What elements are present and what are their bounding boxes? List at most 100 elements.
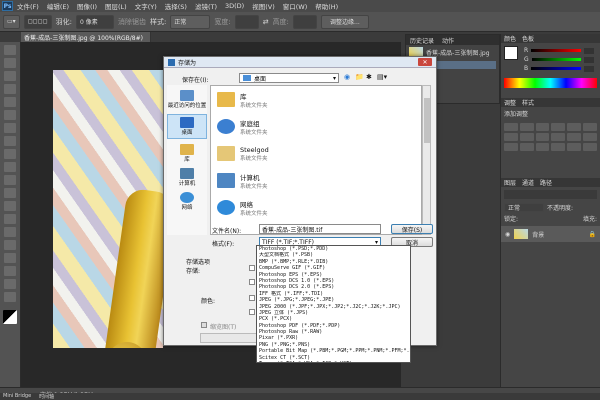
brightness-icon[interactable] [504,123,518,131]
file-list[interactable]: 库系统文件夹 家庭组 系统文件夹 Steelgod 系统文件夹 计算机 系统文件夹 网… [210,85,422,235]
menu-edit[interactable]: 编辑(E) [47,1,69,11]
eye-icon[interactable]: ◉ [505,231,510,238]
eyedropper-tool-icon[interactable] [4,110,16,120]
place-network[interactable]: 网络 [167,192,207,211]
width-input[interactable] [234,14,259,29]
view-menu-icon[interactable]: ▤▾ [377,73,387,81]
threshold-icon[interactable] [519,143,534,151]
tab-actions[interactable]: 动作 [442,36,454,45]
foreground-color-swatch[interactable] [504,46,518,60]
menu-layer[interactable]: 图层(L) [105,1,127,11]
tab-styles[interactable]: 样式 [522,98,534,107]
list-item[interactable]: 网络 系统文件夹 [211,194,421,221]
green-slider[interactable] [531,58,581,61]
gradient-tool-icon[interactable] [4,188,16,198]
tab-layers[interactable]: 图层 [504,178,516,187]
close-icon[interactable]: ✕ [418,58,432,66]
gradient-map-icon[interactable] [535,143,550,151]
dialog-titlebar[interactable]: 存储为 [164,57,436,68]
swap-icon[interactable]: ⇄ [263,18,269,26]
tab-history[interactable]: 历史记录 [410,36,434,45]
green-value[interactable] [584,56,594,63]
color-option-checkbox[interactable] [249,309,255,315]
save-option-checkbox[interactable] [249,265,255,271]
lasso-tool-icon[interactable] [4,71,16,81]
blur-tool-icon[interactable] [4,201,16,211]
menu-view[interactable]: 视图(V) [252,1,275,11]
zoom-tool-icon[interactable] [4,292,16,302]
stamp-tool-icon[interactable] [4,149,16,159]
list-item[interactable]: 计算机 系统文件夹 [211,167,421,194]
antialias-checkbox[interactable]: 消除锯齿 [118,17,146,27]
color-lookup-icon[interactable] [567,133,582,141]
marquee-tool-icon[interactable] [4,58,16,68]
dodge-tool-icon[interactable] [4,214,16,224]
document-tab[interactable]: 香蕉-成品-三张制图.jpg @ 100%(RGB/8#) [21,32,151,42]
menu-3d[interactable]: 3D(D) [225,2,244,10]
selection-mode-icons[interactable]: ◻◻◻◻ [23,14,52,29]
tab-color[interactable]: 颜色 [504,34,516,43]
crop-tool-icon[interactable] [4,97,16,107]
color-option-checkbox[interactable] [249,295,255,301]
height-input[interactable] [292,14,317,29]
selective-color-icon[interactable] [551,143,566,151]
eraser-tool-icon[interactable] [4,175,16,185]
move-tool-icon[interactable] [4,45,16,55]
feather-input[interactable]: 0 像素 [75,14,114,29]
format-option[interactable]: JPEG 2000 (*.JPF;*.JPX;*.JP2;*.J2C;*.J2K… [257,304,410,310]
exposure-icon[interactable] [551,123,566,131]
red-value[interactable] [584,47,594,54]
tab-timeline[interactable]: 时间轴 [39,393,54,400]
healing-tool-icon[interactable] [4,123,16,133]
refine-edge-button[interactable]: 调整边缘... [320,14,369,29]
brush-tool-icon[interactable] [4,136,16,146]
file-list-scrollbar[interactable] [422,85,431,235]
posterize-icon[interactable] [504,143,518,151]
hand-tool-icon[interactable] [4,279,16,289]
canvas-image[interactable] [53,70,163,348]
history-brush-tool-icon[interactable] [4,162,16,172]
marquee-tool-icon[interactable]: ▭▾ [3,14,20,29]
photo-filter-icon[interactable] [535,133,550,141]
list-item[interactable]: 库系统文件夹 [211,86,421,113]
blue-value[interactable] [584,65,594,72]
levels-icon[interactable] [519,123,534,131]
format-dropdown-list[interactable]: Photoshop (*.PSD;*.PDD) 大型文档格式 (*.PSB) BMP… [256,245,411,363]
menu-select[interactable]: 选择(S) [165,1,187,11]
place-recent[interactable]: 最近访问的位置 [167,90,207,109]
save-button[interactable]: 保存(S) [391,224,433,234]
hue-icon[interactable] [583,123,597,131]
shape-tool-icon[interactable] [4,266,16,276]
tab-swatches[interactable]: 色板 [522,34,534,43]
list-item[interactable]: 家庭组 系统文件夹 [211,113,421,140]
bw-icon[interactable] [519,133,534,141]
place-library[interactable]: 库 [167,144,207,163]
location-select[interactable]: 桌面 ▾ [239,73,339,83]
color-swatches-icon[interactable] [3,310,17,324]
blend-mode-select[interactable]: 正常 [504,203,544,212]
menu-help[interactable]: 帮助(H) [315,1,338,11]
type-tool-icon[interactable] [4,240,16,250]
up-folder-icon[interactable]: 📁 [355,73,364,81]
place-computer[interactable]: 计算机 [167,168,207,187]
color-balance-icon[interactable] [504,133,518,141]
red-slider[interactable] [531,49,581,52]
menu-type[interactable]: 文字(Y) [135,1,157,11]
menu-window[interactable]: 窗口(W) [283,1,308,11]
channel-mixer-icon[interactable] [551,133,566,141]
format-option[interactable]: Portable Bit Map (*.PBM;*.PGM;*.PPM;*.PN… [257,348,410,354]
menu-file[interactable]: 文件(F) [17,1,39,11]
tab-paths[interactable]: 路径 [540,178,552,187]
style-select[interactable]: 正常 [170,14,211,29]
quick-select-tool-icon[interactable] [4,84,16,94]
pen-tool-icon[interactable] [4,227,16,237]
list-item[interactable]: Steelgod 系统文件夹 [211,140,421,167]
tab-mini-bridge[interactable]: Mini Bridge [3,393,31,400]
scrollbar-thumb[interactable] [424,98,430,143]
curves-icon[interactable] [535,123,550,131]
thumbnail-checkbox[interactable] [201,322,207,328]
tab-adjustments[interactable]: 调整 [504,98,516,107]
new-folder-icon[interactable]: ✱ [366,73,372,81]
save-option-checkbox[interactable] [249,279,255,285]
invert-icon[interactable] [583,133,597,141]
